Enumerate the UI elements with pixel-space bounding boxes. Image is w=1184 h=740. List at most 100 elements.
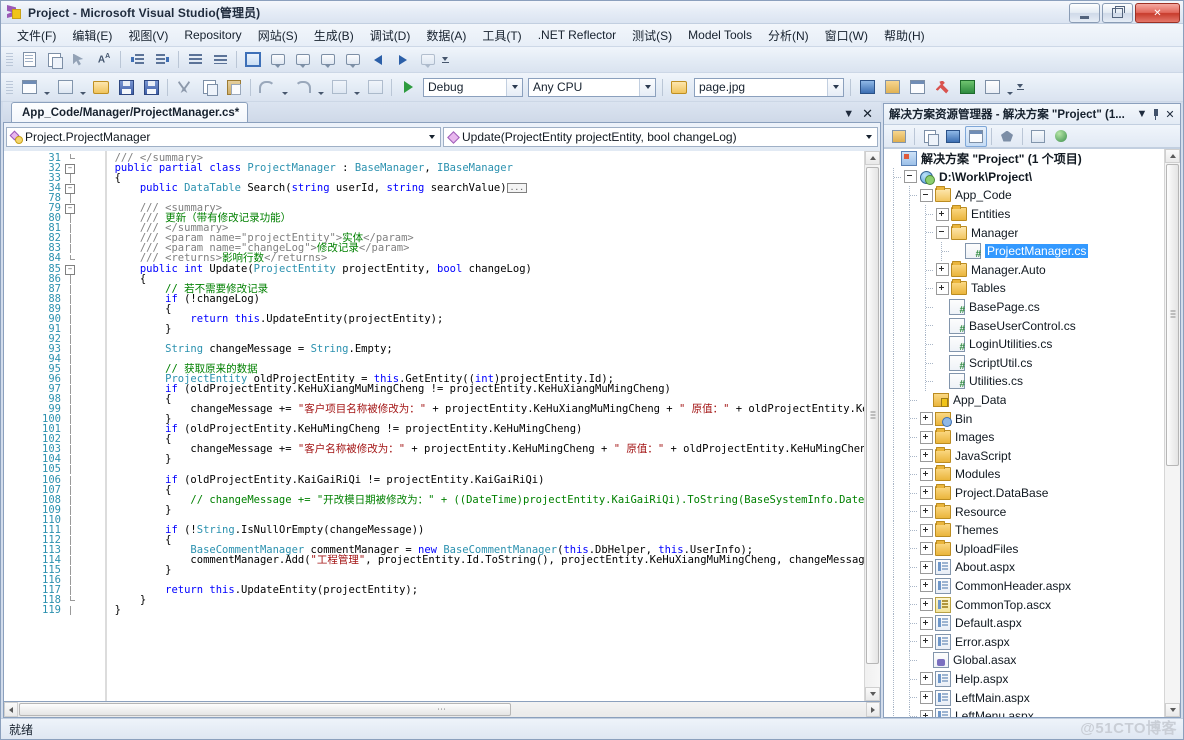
menu-item-文件f[interactable]: 文件(F) bbox=[9, 25, 64, 46]
menu-item-netreflector[interactable]: .NET Reflector bbox=[530, 26, 624, 44]
class-view-icon[interactable] bbox=[996, 126, 1018, 147]
solution-platform-combo[interactable]: Any CPU bbox=[528, 77, 656, 97]
save-icon[interactable] bbox=[114, 76, 138, 99]
code-line[interactable]: } bbox=[64, 504, 880, 515]
callout-left-icon[interactable] bbox=[266, 48, 290, 71]
tree-item-dworkproject[interactable]: D:\Work\Project\ bbox=[884, 167, 1180, 187]
comment-doc-icon[interactable] bbox=[17, 48, 41, 71]
code-line[interactable]: public int Update(ProjectEntity projectE… bbox=[64, 263, 880, 274]
rectangle-icon[interactable] bbox=[241, 48, 265, 71]
vertical-scroll-thumb[interactable] bbox=[1166, 164, 1179, 466]
code-line[interactable]: } bbox=[64, 454, 880, 465]
tree-item-tables[interactable]: Tables bbox=[884, 279, 1180, 298]
menu-item-repository[interactable]: Repository bbox=[176, 26, 249, 44]
startup-item-icon[interactable] bbox=[667, 76, 691, 99]
tree-item-bin[interactable]: Bin bbox=[884, 409, 1180, 428]
tree-item-modules[interactable]: Modules bbox=[884, 465, 1180, 484]
expand-plus-icon[interactable] bbox=[920, 691, 933, 705]
paste-icon[interactable] bbox=[222, 76, 246, 99]
code-line[interactable]: return this.UpdateEntity(projectEntity); bbox=[64, 585, 880, 596]
jump-forward-icon[interactable] bbox=[391, 48, 415, 71]
new-item-icon[interactable] bbox=[53, 76, 77, 99]
navigate-forward-icon[interactable] bbox=[363, 76, 387, 99]
code-line[interactable]: String changeMessage = String.Empty; bbox=[64, 344, 880, 355]
toolbar-grip[interactable] bbox=[6, 51, 13, 68]
close-icon[interactable]: ✕ bbox=[1163, 108, 1177, 121]
view-designer-icon[interactable] bbox=[1027, 126, 1049, 147]
chevron-down-icon[interactable]: ▼ bbox=[843, 108, 854, 120]
class-selector-combo[interactable]: Project.ProjectManager bbox=[6, 127, 441, 147]
expand-plus-icon[interactable] bbox=[936, 207, 949, 221]
code-line[interactable]: public DataTable Search(string userId, s… bbox=[64, 183, 880, 193]
menu-item-测试s[interactable]: 测试(S) bbox=[624, 25, 680, 46]
align-bottom-icon[interactable] bbox=[208, 48, 232, 71]
find-in-files-icon[interactable] bbox=[855, 76, 879, 99]
vertical-scroll-thumb[interactable] bbox=[866, 167, 879, 664]
solution-tree[interactable]: 解决方案 "Project" (1 个项目) D:\Work\Project\ Ap… bbox=[884, 148, 1180, 717]
scroll-up-button[interactable] bbox=[865, 151, 880, 165]
show-all-files-icon[interactable] bbox=[919, 126, 941, 147]
tree-item-loginutilities.cs[interactable]: LoginUtilities.cs bbox=[884, 334, 1180, 354]
code-text-area[interactable]: /// </summary> public partial class Proj… bbox=[64, 151, 880, 701]
scroll-right-button[interactable] bbox=[866, 702, 880, 717]
pointer-select-icon[interactable] bbox=[67, 48, 91, 71]
tree-item-basepage.cs[interactable]: BasePage.cs bbox=[884, 297, 1180, 317]
expand-plus-icon[interactable] bbox=[920, 467, 933, 481]
expand-plus-icon[interactable] bbox=[920, 542, 933, 556]
member-selector-combo[interactable]: Update(ProjectEntity projectEntity, bool… bbox=[443, 127, 878, 147]
menu-item-工具t[interactable]: 工具(T) bbox=[474, 25, 529, 46]
menu-item-窗口w[interactable]: 窗口(W) bbox=[817, 25, 876, 46]
tree-item-manager[interactable]: Manager bbox=[884, 223, 1180, 242]
nuget-icon[interactable] bbox=[1050, 126, 1072, 147]
tree-item-utilities.cs[interactable]: Utilities.cs bbox=[884, 372, 1180, 391]
new-project-dropdown[interactable] bbox=[42, 74, 52, 100]
align-lines-icon[interactable] bbox=[183, 48, 207, 71]
expand-plus-icon[interactable] bbox=[920, 579, 933, 593]
menu-item-编辑e[interactable]: 编辑(E) bbox=[64, 25, 120, 46]
toolbar-overflow-button[interactable] bbox=[441, 50, 449, 69]
chevron-down-icon[interactable] bbox=[424, 135, 440, 139]
cut-icon[interactable] bbox=[172, 76, 196, 99]
code-line[interactable]: } bbox=[64, 595, 880, 606]
scroll-down-button[interactable] bbox=[865, 687, 880, 701]
close-icon[interactable]: ✕ bbox=[862, 107, 873, 120]
properties-page-icon[interactable] bbox=[888, 126, 910, 147]
code-line[interactable]: return this.UpdateEntity(projectEntity); bbox=[64, 314, 880, 325]
command-window-dropdown[interactable] bbox=[1005, 74, 1015, 100]
scroll-up-button[interactable] bbox=[1165, 149, 1180, 163]
go-to-icon[interactable] bbox=[955, 76, 979, 99]
tree-item-commonheader.aspx[interactable]: CommonHeader.aspx bbox=[884, 576, 1180, 596]
menu-item-数据a[interactable]: 数据(A) bbox=[418, 25, 474, 46]
tab-projectmanager-cs[interactable]: App_Code/Manager/ProjectManager.cs* bbox=[11, 102, 249, 122]
menu-item-调试d[interactable]: 调试(D) bbox=[362, 25, 419, 46]
tree-item-help.aspx[interactable]: Help.aspx bbox=[884, 669, 1180, 689]
expand-plus-icon[interactable] bbox=[920, 505, 933, 519]
cloud-search-icon[interactable] bbox=[416, 48, 440, 71]
chevron-down-icon[interactable] bbox=[639, 78, 655, 96]
expand-plus-icon[interactable] bbox=[920, 560, 933, 574]
view-code-icon[interactable] bbox=[965, 125, 987, 147]
minimize-button[interactable] bbox=[1069, 3, 1100, 23]
tree-item-javascript[interactable]: JavaScript bbox=[884, 446, 1180, 466]
expand-plus-icon[interactable] bbox=[920, 449, 933, 463]
new-project-icon[interactable] bbox=[17, 76, 41, 99]
menu-item-分析n[interactable]: 分析(N) bbox=[760, 25, 817, 46]
expand-plus-icon[interactable] bbox=[920, 523, 933, 537]
editor-vertical-scrollbar[interactable] bbox=[864, 151, 880, 701]
redo-dropdown[interactable] bbox=[316, 74, 326, 100]
tree-item-projectmanager.cs[interactable]: ProjectManager.cs bbox=[884, 241, 1180, 261]
tree-item-default.aspx[interactable]: Default.aspx bbox=[884, 613, 1180, 633]
startup-item-combo[interactable]: page.jpg bbox=[694, 77, 844, 97]
collapse-minus-icon[interactable] bbox=[904, 170, 917, 184]
code-line[interactable]: changeMessage += "客户项目名称被修改为：" + project… bbox=[64, 404, 880, 415]
chevron-down-icon[interactable] bbox=[827, 78, 843, 96]
copy-icon[interactable] bbox=[197, 76, 221, 99]
refresh-icon[interactable] bbox=[942, 126, 964, 147]
expand-plus-icon[interactable] bbox=[920, 412, 933, 426]
code-line[interactable]: } bbox=[64, 324, 880, 335]
navigate-back-dropdown[interactable] bbox=[352, 74, 362, 100]
jump-back-icon[interactable] bbox=[366, 48, 390, 71]
compare-icon[interactable] bbox=[42, 48, 66, 71]
tree-item-images[interactable]: Images bbox=[884, 427, 1180, 447]
code-line[interactable]: if (oldProjectEntity.KeHuXiangMuMingChen… bbox=[64, 384, 880, 395]
